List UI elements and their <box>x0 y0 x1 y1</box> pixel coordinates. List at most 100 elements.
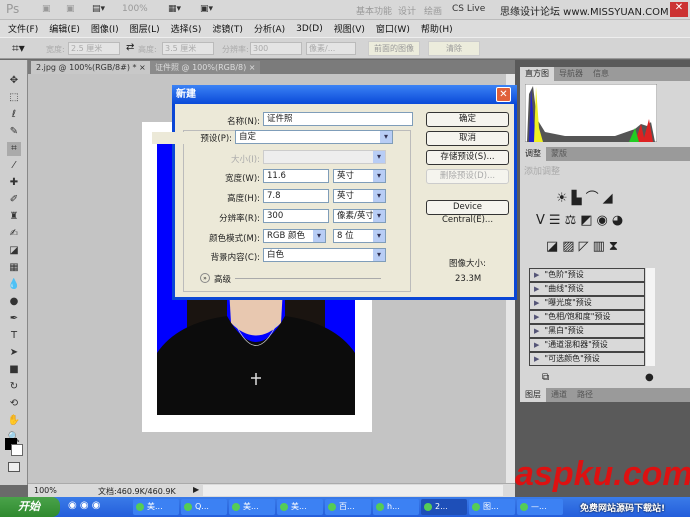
stamp-tool-icon[interactable]: ♜ <box>7 210 21 224</box>
photo-filter-icon[interactable]: ◉ <box>597 213 612 228</box>
tab-info[interactable]: 信息 <box>588 67 614 81</box>
height-input[interactable]: 3.5 厘米 <box>162 42 214 55</box>
history-brush-icon[interactable]: ✍ <box>7 227 21 241</box>
eyedropper-tool-icon[interactable]: ⁄ <box>7 159 21 173</box>
preset-selective-color[interactable]: ▶"可选颜色"预设 <box>529 352 645 366</box>
save-preset-button[interactable]: 存储预设(S)... <box>426 150 509 165</box>
width-input[interactable]: 2.5 厘米 <box>68 42 120 55</box>
width-input[interactable]: 11.6 <box>263 169 329 183</box>
preset-scrollbar[interactable] <box>646 268 655 366</box>
preset-black-white[interactable]: ▶"黑白"预设 <box>529 324 645 338</box>
dialog-close-button[interactable]: ✕ <box>496 87 511 102</box>
menu-image[interactable]: 图像(I) <box>91 22 119 35</box>
hue-sat-icon[interactable]: ☰ <box>549 213 565 228</box>
channel-mixer-icon[interactable]: ◕ <box>612 213 627 228</box>
menu-window[interactable]: 窗口(W) <box>376 22 410 35</box>
cs-live[interactable]: CS Live <box>452 4 485 14</box>
start-button[interactable]: 开始 <box>0 497 60 517</box>
arrange-documents-icon[interactable]: ▦▾ <box>168 4 181 14</box>
advanced-label[interactable]: 高级 <box>214 273 231 285</box>
pen-tool-icon[interactable]: ✒ <box>7 312 21 326</box>
move-tool-icon[interactable]: ✥ <box>7 74 21 88</box>
taskbar-item[interactable]: 百... <box>325 499 371 515</box>
3d-orbit-icon[interactable]: ⟲ <box>7 397 21 411</box>
taskbar-item[interactable]: 美... <box>277 499 323 515</box>
visibility-icon[interactable]: ● <box>645 372 654 383</box>
menu-layer[interactable]: 图层(L) <box>130 22 160 35</box>
name-input[interactable]: 证件照 <box>263 112 413 126</box>
taskbar-item[interactable]: h... <box>373 499 419 515</box>
adjustment-icons-row2[interactable]: V☰⚖◩◉◕ <box>536 213 627 228</box>
menu-file[interactable]: 文件(F) <box>8 22 38 35</box>
crop-tool-icon[interactable]: ⌗ <box>7 142 21 156</box>
invert-icon[interactable]: ◪ <box>546 239 562 254</box>
screen-mode-icon[interactable]: ▣▾ <box>200 4 213 14</box>
resolution-input[interactable]: 300 <box>250 42 302 55</box>
3d-rotate-icon[interactable]: ↻ <box>7 380 21 394</box>
zoom-readout[interactable]: 100% <box>34 486 57 495</box>
workspace-design[interactable]: 设计 <box>398 4 416 17</box>
background-color-swatch[interactable] <box>11 444 23 456</box>
resolution-unit-select[interactable]: 像素/... <box>306 42 356 55</box>
workspace-painting[interactable]: 绘画 <box>424 4 442 17</box>
exposure-icon[interactable]: ◢ <box>603 191 617 206</box>
view-extras-icon[interactable]: ▤▾ <box>92 4 105 14</box>
menu-select[interactable]: 选择(S) <box>171 22 202 35</box>
gradient-map-icon[interactable]: ▥ <box>593 239 609 254</box>
preset-exposure[interactable]: ▶"曝光度"预设 <box>529 296 645 310</box>
taskbar-item[interactable]: 美... <box>229 499 275 515</box>
cancel-button[interactable]: 取消 <box>426 131 509 146</box>
tab-histogram[interactable]: 直方图 <box>520 67 554 81</box>
black-white-icon[interactable]: ◩ <box>580 213 596 228</box>
front-image-button[interactable]: 前面的图像 <box>368 41 420 56</box>
brightness-icon[interactable]: ☀ <box>556 191 572 206</box>
preset-hue-saturation[interactable]: ▶"色相/饱和度"预设 <box>529 310 645 324</box>
lasso-tool-icon[interactable]: ℓ <box>7 108 21 122</box>
background-contents-select[interactable]: 白色 <box>263 248 386 262</box>
menu-view[interactable]: 视图(V) <box>334 22 365 35</box>
adjustment-icons-row1[interactable]: ☀▙⌒◢ <box>556 187 617 206</box>
ok-button[interactable]: 确定 <box>426 112 509 127</box>
posterize-icon[interactable]: ▨ <box>562 239 578 254</box>
type-tool-icon[interactable]: T <box>7 329 21 343</box>
taskbar-item[interactable]: 图... <box>469 499 515 515</box>
brush-tool-icon[interactable]: ✐ <box>7 193 21 207</box>
adjustment-icons-row3[interactable]: ◪▨◸▥⧗ <box>546 239 622 254</box>
resolution-input[interactable]: 300 <box>263 209 329 223</box>
levels-icon[interactable]: ▙ <box>572 191 586 206</box>
preset-channel-mixer[interactable]: ▶"通道混和器"预设 <box>529 338 645 352</box>
tab-adjustments[interactable]: 调整 <box>520 147 546 161</box>
tab-id-photo[interactable]: 证件照 @ 100%(RGB/8) × <box>150 61 260 74</box>
selective-color-icon[interactable]: ⧗ <box>609 239 622 254</box>
tab-masks[interactable]: 蒙版 <box>546 147 572 161</box>
tab-2jpg[interactable]: 2.jpg @ 100%(RGB/8#) * × <box>31 61 151 74</box>
zoom-level[interactable]: 100% <box>122 4 148 14</box>
bridge-icon[interactable]: ▣ <box>42 4 51 14</box>
resolution-unit-select[interactable]: 像素/英寸 <box>333 209 386 223</box>
shape-tool-icon[interactable]: ■ <box>7 363 21 377</box>
tab-paths[interactable]: 路径 <box>572 388 598 402</box>
hand-tool-icon[interactable]: ✋ <box>7 414 21 428</box>
quick-mask-icon[interactable] <box>8 462 20 472</box>
dodge-tool-icon[interactable]: ● <box>7 295 21 309</box>
tab-channels[interactable]: 通道 <box>546 388 572 402</box>
eraser-tool-icon[interactable]: ◪ <box>7 244 21 258</box>
gradient-tool-icon[interactable]: ▦ <box>7 261 21 275</box>
quick-launch-icons[interactable]: ◉ ◉ ◉ <box>68 500 101 511</box>
path-select-icon[interactable]: ➤ <box>7 346 21 360</box>
height-input[interactable]: 7.8 <box>263 189 329 203</box>
healing-brush-icon[interactable]: ✚ <box>7 176 21 190</box>
blur-tool-icon[interactable]: 💧 <box>7 278 21 292</box>
crop-tool-icon[interactable]: ⌗▾ <box>12 41 25 56</box>
curves-icon[interactable]: ⌒ <box>586 191 603 206</box>
taskbar-item[interactable]: Q... <box>181 499 227 515</box>
menu-analysis[interactable]: 分析(A) <box>254 22 285 35</box>
height-unit-select[interactable]: 英寸 <box>333 189 386 203</box>
status-menu-arrow-icon[interactable]: ▶ <box>193 485 199 494</box>
menu-edit[interactable]: 编辑(E) <box>49 22 80 35</box>
preset-select[interactable]: 自定 <box>235 130 393 144</box>
taskbar-item[interactable]: —... <box>517 499 563 515</box>
advanced-expand-icon[interactable]: » <box>200 273 210 283</box>
color-balance-icon[interactable]: ⚖ <box>565 213 581 228</box>
threshold-icon[interactable]: ◸ <box>579 239 593 254</box>
